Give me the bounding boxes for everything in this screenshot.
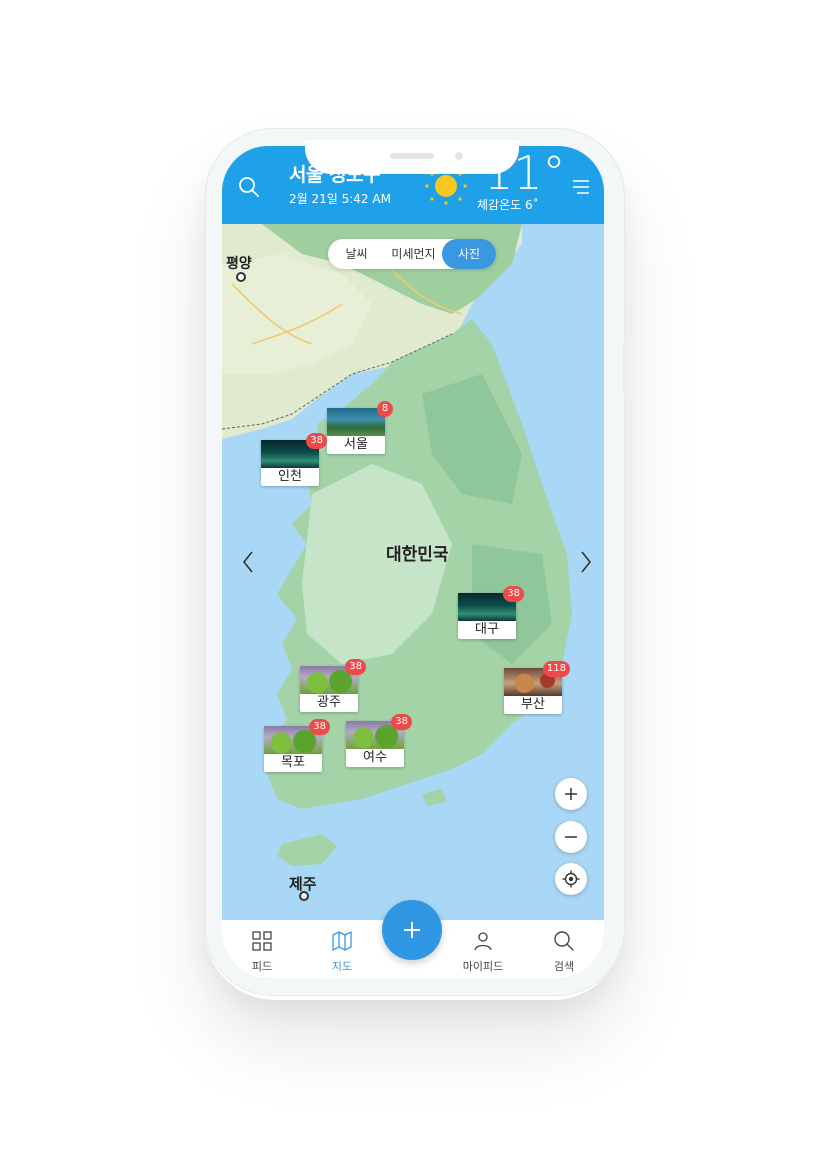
add-post-button[interactable] (382, 900, 442, 960)
nav-feed[interactable]: 피드 (227, 930, 297, 974)
person-icon (474, 932, 492, 951)
nav-map[interactable]: 지도 (307, 930, 377, 974)
plus-icon (565, 788, 577, 800)
photo-pin-incheon[interactable]: 인천 38 (261, 433, 327, 486)
minus-icon (565, 836, 577, 838)
phone-side-button (623, 340, 627, 396)
search-icon[interactable] (238, 176, 260, 198)
photo-pin-gwangju[interactable]: 광주 38 (300, 659, 366, 712)
photo-count-badge: 38 (503, 586, 524, 602)
photo-pin-busan[interactable]: 부산 118 (504, 661, 570, 714)
date-time: 2월 21일 5:42 AM (289, 192, 391, 206)
speaker-grille (390, 153, 434, 159)
nav-search[interactable]: 검색 (529, 930, 599, 974)
photo-pin-mokpo[interactable]: 목포 38 (264, 719, 330, 772)
pin-label: 대구 (475, 622, 499, 637)
map-icon (332, 930, 352, 952)
chevron-left-icon[interactable] (241, 550, 255, 574)
photo-count-badge: 118 (542, 661, 570, 677)
search-icon (554, 931, 574, 951)
tab-fine-dust[interactable]: 미세먼지 (385, 239, 442, 269)
nav-my-feed-label: 마이피드 (462, 960, 504, 973)
photo-count-badge: 8 (377, 401, 393, 417)
nav-feed-label: 피드 (251, 960, 273, 973)
korea-map[interactable] (222, 224, 604, 924)
pin-label: 여수 (363, 750, 387, 765)
nav-map-label: 지도 (331, 960, 353, 973)
country-label: 대한민국 (386, 545, 449, 565)
nav-search-label: 검색 (553, 960, 575, 973)
tab-photos[interactable]: 사진 (442, 239, 496, 269)
photo-count-badge: 38 (345, 659, 366, 675)
pin-thumbnail (327, 408, 385, 436)
photo-count-badge: 38 (309, 719, 330, 735)
pin-label: 서울 (344, 437, 368, 452)
photo-count-badge: 38 (391, 714, 412, 730)
zoom-out-button[interactable] (555, 821, 587, 853)
phone-notch (305, 140, 519, 174)
city-dot-pyongyang (236, 272, 246, 282)
menu-icon[interactable] (571, 179, 591, 195)
photo-pin-yeosu[interactable]: 여수 38 (346, 714, 412, 767)
pin-label: 부산 (521, 697, 545, 712)
pin-label: 인천 (278, 469, 302, 484)
grid-icon (252, 931, 272, 951)
label-pyongyang: 평양 (226, 256, 252, 272)
chevron-right-icon[interactable] (579, 550, 593, 574)
city-dot-jeju (299, 891, 309, 901)
sun-icon (425, 172, 467, 205)
pin-label: 광주 (317, 695, 341, 710)
zoom-in-button[interactable] (555, 778, 587, 810)
tab-weather[interactable]: 날씨 (328, 239, 385, 269)
feels-like: 체감온도 6˚ (477, 198, 539, 212)
plus-icon (404, 922, 420, 938)
app-screen: 서울 성도구 2월 21일 5:42 AM 11° 체감온도 6˚ 날씨 미세먼… (222, 146, 604, 978)
photo-pin-daegu[interactable]: 대구 38 (458, 586, 524, 639)
view-mode-tabs: 날씨 미세먼지 사진 (328, 239, 496, 269)
camera-dot (455, 152, 463, 160)
pin-label: 목포 (281, 755, 305, 770)
nav-my-feed[interactable]: 마이피드 (448, 930, 518, 974)
photo-count-badge: 38 (306, 433, 327, 449)
my-location-button[interactable] (555, 863, 587, 895)
locate-icon (562, 870, 580, 888)
photo-pin-seoul[interactable]: 서울 8 (327, 401, 393, 454)
